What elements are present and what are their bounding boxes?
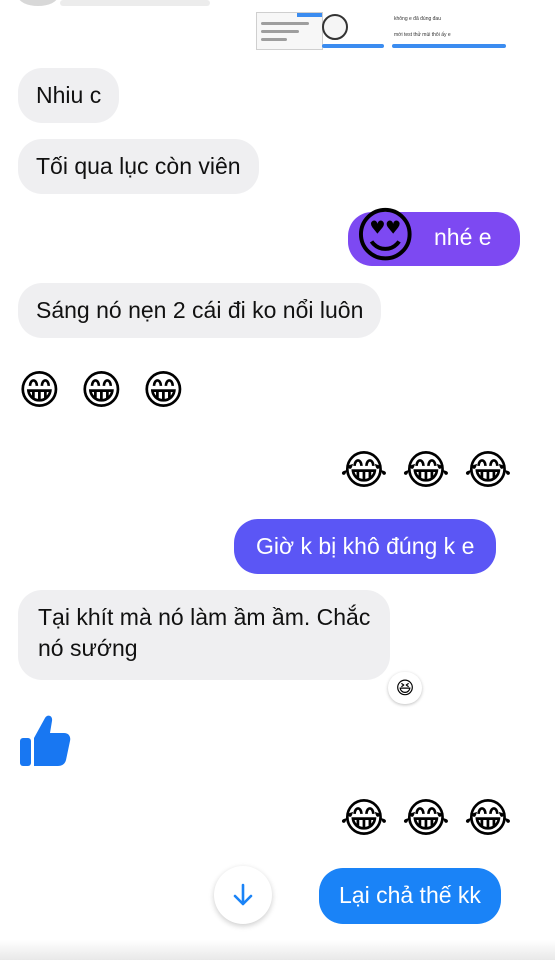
- message-text: Giờ k bị khô đúng k e: [256, 533, 475, 559]
- divider: [322, 44, 384, 48]
- tears-of-joy-emoji-icon[interactable]: 😂: [402, 448, 450, 492]
- tears-of-joy-emoji-icon[interactable]: 😂: [340, 448, 388, 492]
- tears-of-joy-emoji-icon[interactable]: 😂: [340, 796, 388, 840]
- grinning-emoji-icon[interactable]: 😁: [18, 368, 61, 412]
- incoming-message[interactable]: Nhiu c: [18, 68, 120, 123]
- grinning-emoji-icon[interactable]: 😁: [142, 368, 185, 412]
- composer-edge: [0, 940, 555, 960]
- tears-of-joy-emoji-icon[interactable]: 😂: [464, 796, 512, 840]
- sticker-thumbnail[interactable]: [322, 14, 348, 40]
- message-text-line: nó sướng: [38, 635, 138, 661]
- arrow-down-icon: [233, 883, 253, 906]
- grinning-emoji-icon[interactable]: 😁: [80, 368, 123, 412]
- tears-of-joy-emoji-icon[interactable]: 😂: [402, 796, 450, 840]
- message-text: Nhiu c: [36, 82, 102, 108]
- scroll-to-bottom-button[interactable]: [214, 866, 272, 924]
- thumbs-up-icon[interactable]: [18, 712, 72, 768]
- message-text: Tối qua lục còn viên: [36, 153, 241, 179]
- attachment-thumbnail[interactable]: [256, 12, 323, 50]
- faded-header-text: [60, 0, 210, 6]
- message-text: Lại chả thế kk: [339, 882, 481, 908]
- message-text: nhé e: [434, 224, 492, 250]
- outgoing-message[interactable]: Lại chả thế kk: [319, 868, 501, 924]
- quoted-text-2: mới test thử mùi thôi ấy e: [394, 32, 451, 38]
- incoming-message[interactable]: Tối qua lục còn viên: [18, 139, 259, 194]
- incoming-message[interactable]: Sáng nó nẹn 2 cái đi ko nổi luôn: [18, 283, 382, 338]
- message-text-line: Tại khít mà nó làm ầm ầm. Chắc: [38, 604, 371, 630]
- message-text: Sáng nó nẹn 2 cái đi ko nổi luôn: [36, 297, 364, 323]
- outgoing-message[interactable]: Giờ k bị khô đúng k e: [234, 519, 497, 574]
- avatar: [18, 0, 58, 6]
- heart-eyes-emoji-icon: 😍: [354, 201, 417, 271]
- thread-top-preview: không e đã đúng đau mới test thử mùi thô…: [0, 0, 555, 58]
- laughing-reaction-icon[interactable]: 😆: [388, 672, 422, 704]
- incoming-message[interactable]: Tại khít mà nó làm ầm ầm. Chắc nó sướng: [18, 590, 391, 680]
- quoted-text-1: không e đã đúng đau: [394, 16, 441, 22]
- divider: [392, 44, 506, 48]
- tears-of-joy-emoji-icon[interactable]: 😂: [464, 448, 512, 492]
